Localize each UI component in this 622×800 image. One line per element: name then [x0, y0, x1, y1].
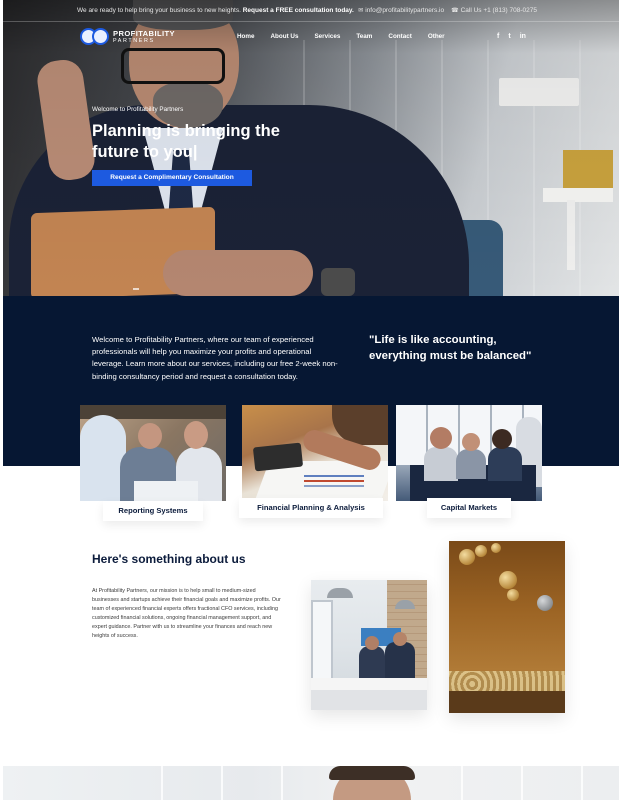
- next-section-banner: [3, 766, 619, 800]
- service-label-capital-markets[interactable]: Capital Markets: [427, 498, 511, 518]
- request-consultation-button[interactable]: Request a Complimentary Consultation: [92, 170, 252, 186]
- logo-line-2: PARTNERS: [113, 38, 155, 45]
- promo-message: We are ready to help bring your business…: [77, 7, 241, 14]
- hero-title: Planning is bringing the future to you|: [92, 122, 280, 161]
- linkedin-icon[interactable]: in: [520, 33, 526, 40]
- hero-welcome: Welcome to Profitability Partners: [92, 106, 184, 113]
- service-label-financial-planning[interactable]: Financial Planning & Analysis: [239, 498, 383, 518]
- promo-cta-link[interactable]: Request a FREE consultation today.: [243, 7, 354, 14]
- financial-planning-image[interactable]: [242, 405, 388, 501]
- email-text: info@profitabilitypartners.io: [365, 7, 445, 14]
- logo-text: PROFITABILITY PARTNERS: [113, 28, 176, 45]
- about-title: Here's something about us: [92, 552, 246, 566]
- email-link[interactable]: ✉ info@profitabilitypartners.io: [358, 7, 444, 14]
- nav-team[interactable]: Team: [356, 33, 372, 40]
- nav-services[interactable]: Services: [314, 33, 340, 40]
- nav-about-us[interactable]: About Us: [271, 33, 299, 40]
- phone-text: Call Us +1 (813) 708-0275: [460, 7, 537, 14]
- logo-line-1: PROFITABILITY: [113, 28, 176, 38]
- top-bar: We are ready to help bring your business…: [3, 0, 619, 22]
- contact-info: ✉ info@profitabilitypartners.io ☎ Call Us …: [358, 7, 537, 14]
- twitter-icon[interactable]: t: [508, 33, 510, 40]
- intro-quote: "Life is like accounting, everything mus…: [369, 334, 532, 362]
- main-nav: Home About Us Services Team Contact Othe…: [237, 33, 461, 40]
- phone-link[interactable]: ☎ Call Us +1 (813) 708-0275: [451, 7, 537, 14]
- coins-photo: [449, 541, 565, 713]
- social-links: f t in: [497, 33, 526, 40]
- logo-icon: [80, 28, 110, 46]
- brand-logo[interactable]: PROFITABILITY PARTNERS: [80, 28, 175, 46]
- nav-other[interactable]: Other: [428, 33, 445, 40]
- meeting-photo: [311, 580, 427, 710]
- promo-text: We are ready to help bring your business…: [77, 7, 354, 14]
- intro-text: Welcome to Profitability Partners, where…: [92, 335, 338, 381]
- slider-indicator[interactable]: [133, 288, 139, 290]
- about-text: At Profitability Partners, our mission i…: [92, 588, 281, 640]
- facebook-icon[interactable]: f: [497, 33, 499, 40]
- phone-icon: ☎: [451, 8, 459, 14]
- capital-markets-image[interactable]: [396, 405, 542, 501]
- hero-text: Welcome to Profitability Partners Planni…: [92, 106, 292, 163]
- reporting-systems-image[interactable]: [80, 405, 226, 501]
- envelope-icon: ✉: [358, 8, 364, 14]
- nav-home[interactable]: Home: [237, 33, 255, 40]
- service-label-reporting-systems[interactable]: Reporting Systems: [103, 501, 203, 521]
- nav-contact[interactable]: Contact: [388, 33, 411, 40]
